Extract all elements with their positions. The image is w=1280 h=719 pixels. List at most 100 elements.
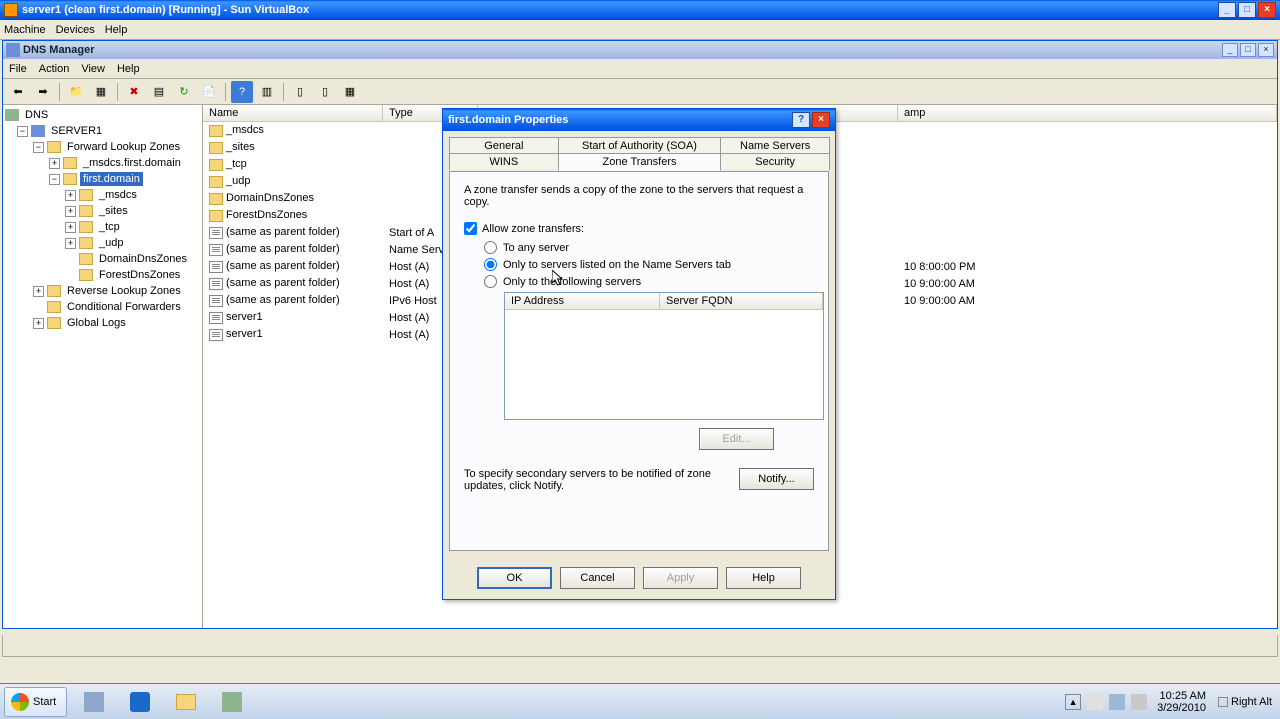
- tree-cf[interactable]: Conditional Forwarders: [64, 300, 184, 314]
- up-button[interactable]: 📁: [65, 81, 87, 103]
- dialog-help-button[interactable]: ?: [792, 112, 810, 128]
- tree-server[interactable]: SERVER1: [48, 124, 105, 138]
- tree-toggle[interactable]: −: [17, 126, 28, 137]
- delete-button[interactable]: ✖: [123, 81, 145, 103]
- refresh-button[interactable]: ↻: [173, 81, 195, 103]
- col-name[interactable]: Name: [203, 105, 383, 121]
- start-button[interactable]: Start: [4, 687, 67, 717]
- row-name: server1: [226, 311, 263, 323]
- menu-devices[interactable]: Devices: [56, 24, 95, 36]
- toolbar-button[interactable]: ▯: [289, 81, 311, 103]
- dialog-close-button[interactable]: ×: [812, 112, 830, 128]
- tab-name-servers[interactable]: Name Servers: [720, 137, 830, 154]
- clock[interactable]: 10:25 AM 3/29/2010: [1157, 690, 1206, 714]
- tree-toggle[interactable]: +: [33, 318, 44, 329]
- dns-title: DNS Manager: [23, 44, 1222, 56]
- radio-following-servers[interactable]: [484, 275, 497, 288]
- forward-button[interactable]: ➡: [32, 81, 54, 103]
- menu-help[interactable]: Help: [105, 24, 128, 36]
- tree-udp[interactable]: _udp: [96, 236, 126, 250]
- export-button[interactable]: 📄: [198, 81, 220, 103]
- tab-zone-transfers[interactable]: Zone Transfers: [558, 153, 722, 171]
- tab-soa[interactable]: Start of Authority (SOA): [558, 137, 722, 154]
- tree-toggle[interactable]: +: [49, 158, 60, 169]
- dialog-titlebar[interactable]: first.domain Properties ? ×: [443, 109, 835, 131]
- tree-rlz[interactable]: Reverse Lookup Zones: [64, 284, 184, 298]
- row-timestamp: 10 8:00:00 PM: [898, 260, 1277, 274]
- allow-zone-transfers-checkbox[interactable]: [464, 222, 477, 235]
- tab-security[interactable]: Security: [720, 153, 830, 170]
- tree-toggle[interactable]: +: [65, 222, 76, 233]
- tray-network-icon[interactable]: [1109, 694, 1125, 710]
- dns-minimize-button[interactable]: _: [1222, 43, 1238, 57]
- tree-msdcs-fd[interactable]: _msdcs.first.domain: [80, 156, 184, 170]
- menu-dns-help[interactable]: Help: [117, 63, 140, 75]
- row-name: _sites: [226, 141, 255, 153]
- tree-dns[interactable]: DNS: [22, 108, 51, 122]
- tray-flag-icon[interactable]: [1087, 694, 1103, 710]
- radio-any-server[interactable]: [484, 241, 497, 254]
- notify-button[interactable]: Notify...: [739, 468, 814, 490]
- tray-volume-icon[interactable]: [1131, 694, 1147, 710]
- tab-general[interactable]: General: [449, 137, 559, 154]
- maximize-button[interactable]: □: [1238, 2, 1256, 18]
- row-timestamp: [898, 317, 1277, 319]
- task-explorer[interactable]: [166, 687, 206, 717]
- tree-toggle[interactable]: −: [49, 174, 60, 185]
- toolbar-button[interactable]: ▯: [314, 81, 336, 103]
- clock-date: 3/29/2010: [1157, 702, 1206, 714]
- back-button[interactable]: ⬅: [7, 81, 29, 103]
- menu-machine[interactable]: Machine: [4, 24, 46, 36]
- allow-zone-transfers-label: Allow zone transfers:: [482, 223, 584, 235]
- tree-ddz[interactable]: DomainDnsZones: [96, 252, 190, 266]
- task-powershell[interactable]: [120, 687, 160, 717]
- menu-view[interactable]: View: [81, 63, 105, 75]
- tree-toggle[interactable]: +: [65, 190, 76, 201]
- menu-file[interactable]: File: [9, 63, 27, 75]
- tray-expand-icon[interactable]: ▲: [1065, 694, 1081, 710]
- task-dns-manager[interactable]: [212, 687, 252, 717]
- row-timestamp: [898, 181, 1277, 183]
- virtualbox-icon: [4, 3, 18, 17]
- col-timestamp[interactable]: amp: [898, 105, 1277, 121]
- dns-close-button[interactable]: ×: [1258, 43, 1274, 57]
- folder-icon: [209, 159, 223, 171]
- tree-tcp[interactable]: _tcp: [96, 220, 123, 234]
- tree-pane[interactable]: DNS −SERVER1 −Forward Lookup Zones +_msd…: [3, 105, 203, 628]
- help-button[interactable]: ?: [231, 81, 253, 103]
- close-button[interactable]: ×: [1258, 2, 1276, 18]
- dns-root-icon: [5, 109, 19, 121]
- tree-toggle[interactable]: −: [33, 142, 44, 153]
- col-ip-address[interactable]: IP Address: [505, 293, 660, 309]
- properties-button[interactable]: ▤: [148, 81, 170, 103]
- tree-msdcs[interactable]: _msdcs: [96, 188, 140, 202]
- tab-wins[interactable]: WINS: [449, 153, 559, 170]
- menu-action[interactable]: Action: [39, 63, 70, 75]
- cancel-button[interactable]: Cancel: [560, 567, 635, 589]
- tree-toggle[interactable]: +: [65, 206, 76, 217]
- row-timestamp: [898, 334, 1277, 336]
- tree-flz[interactable]: Forward Lookup Zones: [64, 140, 183, 154]
- task-server-manager[interactable]: [74, 687, 114, 717]
- minimize-button[interactable]: _: [1218, 2, 1236, 18]
- tree-toggle[interactable]: +: [65, 238, 76, 249]
- toolbar-button[interactable]: ▦: [339, 81, 361, 103]
- col-server-fqdn[interactable]: Server FQDN: [660, 293, 823, 309]
- ok-button[interactable]: OK: [477, 567, 552, 589]
- host-key-label: Right Alt: [1231, 696, 1272, 708]
- show-hide-button[interactable]: ▦: [90, 81, 112, 103]
- toolbar-button[interactable]: ▥: [256, 81, 278, 103]
- edit-button[interactable]: Edit...: [699, 428, 774, 450]
- tree-first-domain[interactable]: first.domain: [80, 172, 143, 186]
- dns-maximize-button[interactable]: □: [1240, 43, 1256, 57]
- help-button[interactable]: Help: [726, 567, 801, 589]
- tree-sites[interactable]: _sites: [96, 204, 131, 218]
- radio-name-servers-tab[interactable]: [484, 258, 497, 271]
- row-name: DomainDnsZones: [226, 192, 314, 204]
- virtualbox-titlebar: server1 (clean first.domain) [Running] -…: [0, 0, 1280, 20]
- tree-gl[interactable]: Global Logs: [64, 316, 129, 330]
- tree-fdz[interactable]: ForestDnsZones: [96, 268, 183, 282]
- apply-button[interactable]: Apply: [643, 567, 718, 589]
- notify-description: To specify secondary servers to be notif…: [464, 468, 727, 492]
- tree-toggle[interactable]: +: [33, 286, 44, 297]
